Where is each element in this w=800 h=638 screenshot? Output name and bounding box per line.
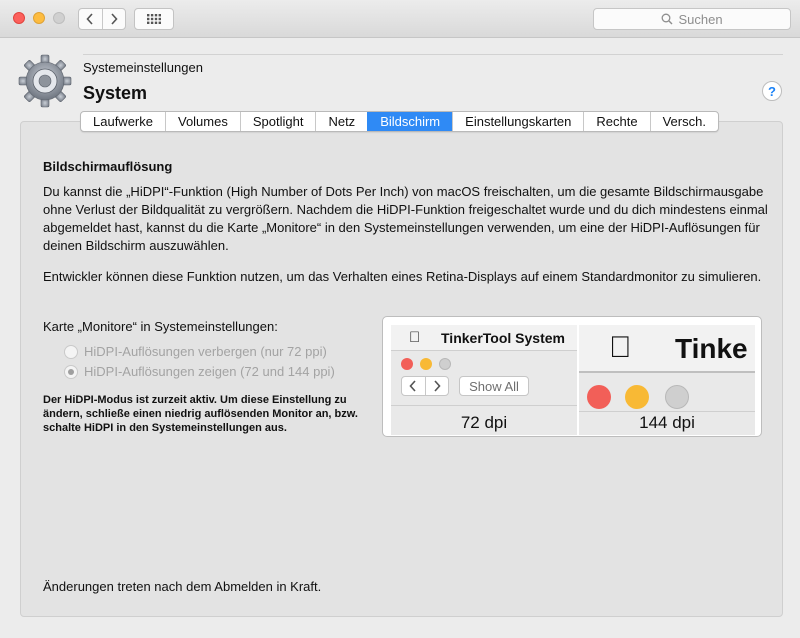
logout-notice: Änderungen treten nach dem Abmelden in K… xyxy=(43,579,322,594)
radio-show-hidpi[interactable]: HiDPI-Auflösungen zeigen (72 und 144 ppi… xyxy=(64,364,335,379)
preview-144dpi:  Tinke 144 dpi xyxy=(579,325,755,435)
search-field[interactable]: Suchen xyxy=(593,8,791,30)
radio-label: HiDPI-Auflösungen zeigen (72 und 144 ppi… xyxy=(84,364,335,379)
preview-zoom-light xyxy=(439,358,451,370)
dpi-label-72: 72 dpi xyxy=(460,413,508,432)
preview-app-name-large: Tinke xyxy=(675,333,748,364)
tab-volumes[interactable]: Volumes xyxy=(164,112,240,131)
description-paragraph: Du kannst die „HiDPI“-Funktion (High Num… xyxy=(43,184,768,253)
hidpi-status-note: Der HiDPI-Modus ist zurzeit aktiv. Um di… xyxy=(43,394,358,434)
tab-laufwerke[interactable]: Laufwerke xyxy=(81,112,165,131)
forward-button[interactable] xyxy=(101,9,126,29)
preview-close-light xyxy=(401,358,413,370)
preview-72dpi:  TinkerTool System Show All 72 dpi xyxy=(391,325,577,435)
preview-divider xyxy=(391,405,577,406)
tab-spotlight[interactable]: Spotlight xyxy=(239,112,316,131)
minimize-button[interactable] xyxy=(33,12,45,24)
preview-divider xyxy=(579,411,755,412)
search-placeholder: Suchen xyxy=(678,11,723,27)
title-bar: Suchen xyxy=(0,0,800,38)
tab-rechte[interactable]: Rechte xyxy=(583,112,649,131)
dpi-label-144: 144 dpi xyxy=(639,413,695,432)
preview-menubar-large:  Tinke xyxy=(579,325,755,373)
dpi-comparison-image:  TinkerTool System Show All 72 dpi  Ti… xyxy=(382,316,762,437)
help-button[interactable]: ? xyxy=(762,81,782,101)
preview-app-name: TinkerTool System xyxy=(441,330,565,346)
tab-einstellungskarten[interactable]: Einstellungskarten xyxy=(452,112,583,131)
preview-close-light-large xyxy=(587,385,611,409)
preview-minimize-light-large xyxy=(625,385,649,409)
apple-logo-icon:  xyxy=(409,329,420,346)
section-title: Bildschirmauflösung xyxy=(43,159,173,174)
header-supertitle: Systemeinstellungen xyxy=(83,60,203,75)
tab-bildschirm[interactable]: Bildschirm xyxy=(367,112,453,131)
radio-button-selected[interactable] xyxy=(64,364,78,379)
tab-bar: Laufwerke Volumes Spotlight Netz Bildsch… xyxy=(80,111,719,132)
apple-logo-icon:  xyxy=(609,331,632,365)
chevron-left-icon xyxy=(86,13,93,25)
radio-button[interactable] xyxy=(64,344,78,359)
preview-nav-buttons xyxy=(401,376,449,396)
back-forward-group xyxy=(78,8,126,30)
page-title: System xyxy=(83,83,148,103)
close-button[interactable] xyxy=(13,12,25,24)
radio-label: HiDPI-Auflösungen verbergen (nur 72 ppi) xyxy=(84,344,327,359)
search-icon xyxy=(662,13,673,25)
preview-minimize-light xyxy=(420,358,432,370)
grid-icon xyxy=(147,14,161,24)
gear-icon xyxy=(18,54,72,108)
tab-netz[interactable]: Netz xyxy=(315,112,367,131)
preview-zoom-light-large xyxy=(665,385,689,409)
show-all-button[interactable] xyxy=(134,8,174,30)
preview-show-all: Show All xyxy=(459,376,529,396)
chevron-left-icon xyxy=(402,377,425,395)
header-divider xyxy=(83,54,783,55)
monitore-option-label: Karte „Monitore“ in Systemeinstellungen: xyxy=(43,319,278,334)
radio-hide-hidpi[interactable]: HiDPI-Auflösungen verbergen (nur 72 ppi) xyxy=(64,344,327,359)
preview-menubar:  TinkerTool System xyxy=(391,325,577,351)
chevron-right-icon xyxy=(424,377,449,395)
zoom-button[interactable] xyxy=(53,12,65,24)
tab-versch[interactable]: Versch. xyxy=(649,112,718,131)
developer-paragraph: Entwickler können diese Funktion nutzen,… xyxy=(43,269,762,284)
chevron-right-icon xyxy=(111,13,118,25)
back-button[interactable] xyxy=(79,9,102,29)
